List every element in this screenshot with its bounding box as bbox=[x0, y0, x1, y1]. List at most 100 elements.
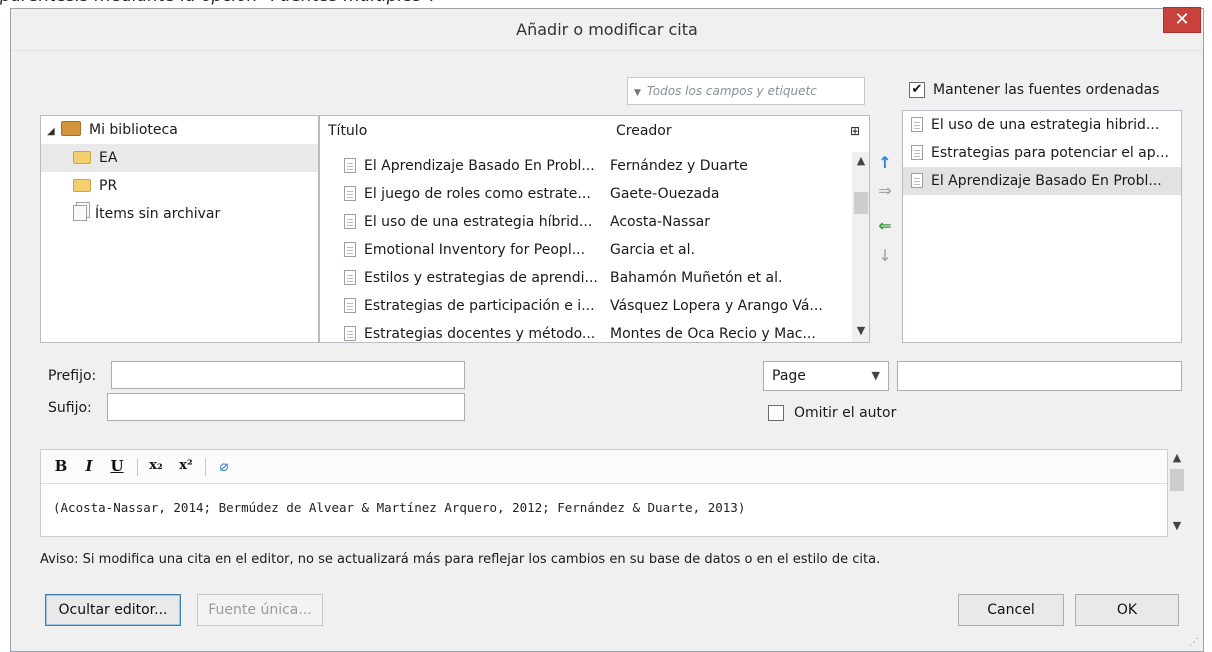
bold-button[interactable]: B bbox=[53, 450, 69, 482]
move-up-arrow-icon[interactable]: ↑ bbox=[873, 151, 897, 175]
omit-author-checkbox[interactable] bbox=[768, 405, 784, 421]
column-header-title[interactable]: Título bbox=[328, 116, 367, 148]
close-button[interactable]: ✕ bbox=[1163, 7, 1201, 33]
scrollbar-thumb[interactable] bbox=[1170, 469, 1184, 491]
toolbar-separator bbox=[137, 458, 138, 476]
tree-item-label: EA bbox=[99, 150, 118, 166]
hide-editor-button[interactable]: Ocultar editor... bbox=[45, 594, 181, 626]
scroll-up-icon[interactable]: ▲ bbox=[1168, 451, 1186, 464]
item-creator: Garcia et al. bbox=[610, 242, 695, 258]
cancel-button[interactable]: Cancel bbox=[958, 594, 1064, 626]
column-header-creator[interactable]: Creador bbox=[616, 116, 672, 148]
clear-formatting-eraser-icon[interactable]: ⌀ bbox=[213, 450, 235, 482]
items-rows: El Aprendizaje Basado En Probl... Fernán… bbox=[320, 152, 845, 342]
scroll-down-icon[interactable]: ▼ bbox=[852, 324, 869, 337]
keep-sorted-label: Mantener las fuentes ordenadas bbox=[933, 82, 1160, 98]
remove-source-arrow-icon[interactable]: ⇐ bbox=[873, 214, 897, 238]
scrollbar-thumb[interactable] bbox=[854, 192, 868, 214]
document-icon bbox=[344, 186, 356, 201]
document-icon bbox=[344, 270, 356, 285]
underline-button[interactable]: U bbox=[109, 450, 125, 482]
unfiled-items-icon bbox=[73, 205, 87, 221]
table-row[interactable]: Estrategias de participación e i... Vásq… bbox=[320, 292, 845, 320]
selected-source-item[interactable]: El uso de una estrategia hibrid... bbox=[903, 111, 1181, 139]
editor-scrollbar[interactable]: ▲ ▼ bbox=[1168, 449, 1186, 537]
selected-source-item-active[interactable]: El Aprendizaje Basado En Probl... bbox=[903, 167, 1181, 195]
selected-sources-list[interactable]: El uso de una estrategia hibrid... Estra… bbox=[902, 110, 1182, 343]
move-down-arrow-icon[interactable]: ↓ bbox=[873, 244, 897, 268]
superscript-button[interactable]: x² bbox=[175, 450, 197, 482]
source-title: El uso de una estrategia hibrid... bbox=[931, 117, 1160, 133]
item-title: El uso de una estrategia híbrid... bbox=[364, 214, 593, 230]
tree-item-label: Mi biblioteca bbox=[89, 122, 178, 138]
chevron-down-icon: ▼ bbox=[871, 369, 880, 382]
ok-button[interactable]: OK bbox=[1075, 594, 1179, 626]
dialog-title: Añadir o modificar cita bbox=[516, 20, 698, 39]
table-row[interactable]: Emotional Inventory for Peopl... Garcia … bbox=[320, 236, 845, 264]
library-tree[interactable]: ◢ Mi biblioteca EA PR Ítems sin archivar bbox=[40, 115, 319, 343]
italic-button[interactable]: I bbox=[81, 450, 97, 482]
subscript-button[interactable]: x₂ bbox=[145, 450, 167, 482]
item-title: Estrategias docentes y método... bbox=[364, 326, 596, 342]
folder-icon bbox=[73, 151, 91, 164]
item-title: Estrategias de participación e i... bbox=[364, 298, 595, 314]
table-row[interactable]: El Aprendizaje Basado En Probl... Fernán… bbox=[320, 152, 845, 180]
scroll-up-icon[interactable]: ▲ bbox=[852, 154, 869, 167]
item-creator: Fernández y Duarte bbox=[610, 158, 748, 174]
toolbar-separator bbox=[205, 458, 206, 476]
suffix-input[interactable] bbox=[107, 393, 465, 421]
selected-source-item[interactable]: Estrategias para potenciar el ap... bbox=[903, 139, 1181, 167]
citation-text[interactable]: (Acosta-Nassar, 2014; Bermúdez de Alvear… bbox=[53, 500, 745, 515]
search-input[interactable]: ▼ Todos los campos y etiquetc bbox=[627, 77, 865, 105]
folder-icon bbox=[73, 179, 91, 192]
resize-grip-icon[interactable]: ⋰ bbox=[1189, 637, 1199, 648]
close-icon: ✕ bbox=[1174, 9, 1190, 30]
items-list[interactable]: Título Creador ⊞ El Aprendizaje Basado E… bbox=[319, 115, 870, 343]
item-title: Emotional Inventory for Peopl... bbox=[364, 242, 586, 258]
document-icon bbox=[911, 117, 923, 132]
locator-type-value: Page bbox=[772, 368, 806, 384]
keep-sorted-checkbox[interactable]: ✔ bbox=[909, 82, 925, 98]
table-row[interactable]: El juego de roles como estrate... Gaete-… bbox=[320, 180, 845, 208]
title-bar: Añadir o modificar cita ✕ bbox=[11, 7, 1203, 51]
column-picker-icon[interactable]: ⊞ bbox=[850, 116, 860, 148]
editor-toolbar: B I U x₂ x² ⌀ bbox=[41, 450, 1167, 484]
document-icon bbox=[344, 214, 356, 229]
search-mode-chevron-icon[interactable]: ▼ bbox=[634, 88, 641, 98]
item-creator: Vásquez Lopera y Arango Vá... bbox=[610, 298, 823, 314]
add-source-arrow-icon[interactable]: ⇒ bbox=[873, 179, 897, 203]
tree-item-pr[interactable]: PR bbox=[41, 172, 318, 200]
tree-item-ea[interactable]: EA bbox=[41, 144, 318, 172]
item-title: El Aprendizaje Basado En Probl... bbox=[364, 158, 595, 174]
source-title: Estrategias para potenciar el ap... bbox=[931, 145, 1169, 161]
search-placeholder: Todos los campos y etiquetc bbox=[646, 84, 817, 98]
prefix-label: Prefijo: bbox=[48, 368, 97, 384]
scroll-down-icon[interactable]: ▼ bbox=[1168, 519, 1186, 532]
locator-input[interactable] bbox=[897, 361, 1182, 391]
document-icon bbox=[344, 298, 356, 313]
add-edit-citation-dialog: Añadir o modificar cita ✕ ▼ Todos los cam… bbox=[10, 7, 1204, 652]
tree-item-my-library[interactable]: ◢ Mi biblioteca bbox=[41, 116, 318, 144]
table-row[interactable]: El uso de una estrategia híbrid... Acost… bbox=[320, 208, 845, 236]
table-row[interactable]: Estrategias docentes y método... Montes … bbox=[320, 320, 845, 342]
document-icon bbox=[344, 242, 356, 257]
citation-editor[interactable]: B I U x₂ x² ⌀ (Acosta-Nassar, 2014; Berm… bbox=[40, 449, 1168, 537]
item-creator: Gaete-Ouezada bbox=[610, 186, 720, 202]
document-icon bbox=[911, 145, 923, 160]
document-icon bbox=[344, 158, 356, 173]
omit-author-label: Omitir el autor bbox=[794, 405, 897, 421]
items-scrollbar[interactable]: ▲ ▼ bbox=[852, 152, 869, 342]
tree-item-label: Ítems sin archivar bbox=[95, 206, 221, 222]
warning-text: Aviso: Si modifica una cita en el editor… bbox=[40, 552, 881, 567]
collapse-triangle-icon[interactable]: ◢ bbox=[47, 118, 61, 146]
single-source-button[interactable]: Fuente única... bbox=[197, 594, 323, 626]
document-icon bbox=[911, 173, 923, 188]
prefix-input[interactable] bbox=[111, 361, 465, 389]
item-creator: Montes de Oca Recio y Mac... bbox=[610, 326, 816, 342]
locator-type-select[interactable]: Page ▼ bbox=[763, 361, 889, 391]
table-row[interactable]: Estilos y estrategias de aprendi... Baha… bbox=[320, 264, 845, 292]
source-title: El Aprendizaje Basado En Probl... bbox=[931, 173, 1162, 189]
item-title: El juego de roles como estrate... bbox=[364, 186, 591, 202]
tree-item-unfiled[interactable]: Ítems sin archivar bbox=[41, 200, 318, 228]
item-creator: Acosta-Nassar bbox=[610, 214, 710, 230]
